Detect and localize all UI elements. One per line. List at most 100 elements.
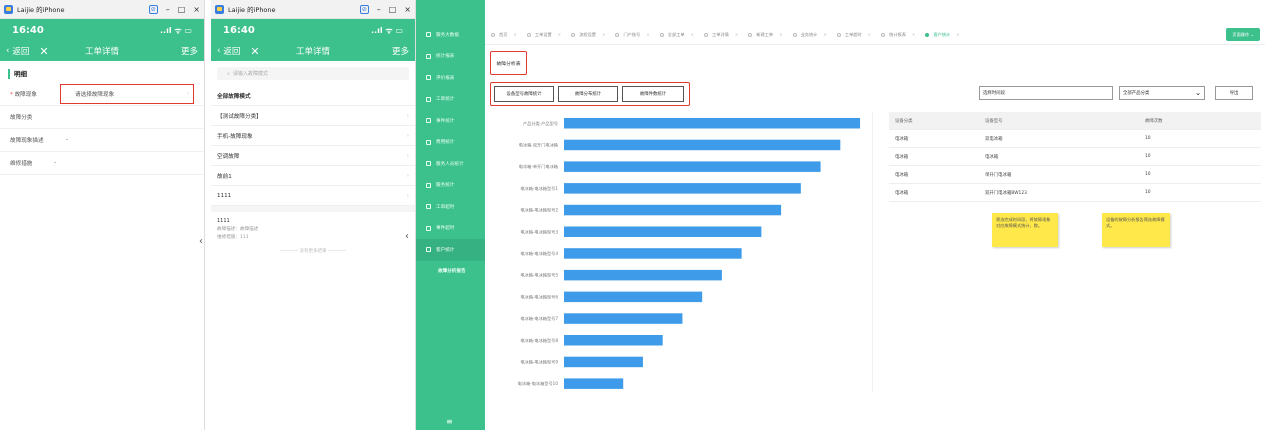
list-item[interactable]: 空调故障 ›: [211, 146, 415, 166]
sidebar-item[interactable]: 事件超时: [416, 218, 485, 240]
more-button[interactable]: 更多: [181, 45, 198, 57]
field-label: 故障现象: [14, 92, 37, 98]
bar[interactable]: [564, 313, 683, 324]
tab-close-icon[interactable]: ×: [558, 32, 562, 37]
bar[interactable]: [564, 248, 742, 259]
page-actions-button[interactable]: 页面操作 ⌄: [1226, 28, 1260, 41]
bar[interactable]: [564, 335, 663, 346]
pin-icon[interactable]: ⊘: [359, 4, 369, 14]
list-item[interactable]: 故前1 ›: [211, 166, 415, 186]
chevron-left-icon[interactable]: ‹: [405, 231, 409, 242]
bar[interactable]: [564, 161, 821, 172]
tab[interactable]: 门户账号 ×: [615, 32, 659, 38]
pin-icon[interactable]: ⊘: [148, 4, 158, 14]
table-row[interactable]: 电冰箱 双开门电冰箱BW123 10: [889, 184, 1261, 202]
table-row[interactable]: 电冰箱 双电冰箱 10: [889, 130, 1261, 148]
stat-button-group: 设备型号故障统计 故障分布统计 故障件数统计: [490, 82, 690, 106]
menu-icon[interactable]: ≡: [446, 417, 453, 426]
tab[interactable]: 客户统计 ×: [925, 32, 969, 38]
close-icon[interactable]: ✕: [39, 45, 48, 58]
close-icon[interactable]: ×: [193, 5, 200, 14]
tab-close-icon[interactable]: ×: [868, 32, 872, 37]
table-cell: 电冰箱: [895, 190, 909, 196]
maximize-icon[interactable]: □: [389, 5, 397, 14]
tab[interactable]: 工单设置 ×: [526, 32, 571, 38]
tab-label: 客户统计: [933, 31, 951, 37]
tab-close-icon[interactable]: ×: [912, 32, 916, 37]
category-tick-label: 电冰箱-电冰箱型号10: [518, 380, 559, 387]
list-item[interactable]: 1111 ›: [211, 186, 415, 206]
chevron-left-icon[interactable]: ‹: [199, 236, 203, 247]
bar[interactable]: [564, 139, 841, 151]
close-icon[interactable]: ×: [404, 5, 411, 14]
sidebar-item[interactable]: 统计报表: [416, 46, 485, 68]
bar[interactable]: [564, 378, 624, 389]
fault-count-button[interactable]: 故障件数统计: [622, 86, 684, 102]
close-icon[interactable]: ✕: [250, 45, 259, 58]
chevron-right-icon: ›: [406, 152, 409, 159]
maximize-icon[interactable]: □: [178, 5, 186, 14]
export-button[interactable]: 导出: [1215, 86, 1253, 100]
tab-dot-icon: [615, 32, 620, 37]
sidebar-item[interactable]: 服务统计: [416, 175, 485, 197]
list-item[interactable]: 手机-故障现象 ›: [211, 126, 415, 146]
tab-close-icon[interactable]: ×: [602, 32, 606, 37]
tab-dot-icon: [526, 32, 531, 37]
tab[interactable]: 统计报表 ×: [881, 32, 925, 38]
tab[interactable]: 新建工单 ×: [748, 32, 792, 38]
minimize-icon[interactable]: –: [166, 5, 170, 14]
bar[interactable]: [564, 269, 722, 281]
tab[interactable]: 流程设置 ×: [571, 32, 615, 38]
sidebar-item-label: 事件超时: [436, 226, 455, 232]
fault-table: 设备分类 设备型号 故障次数 电冰箱 双电冰箱 10 电冰箱 电冰箱 10 电冰…: [889, 112, 1261, 202]
sidebar-item[interactable]: 故障分析报告: [416, 261, 485, 283]
sidebar-item[interactable]: 事件统计: [416, 110, 485, 132]
tab-close-icon[interactable]: ×: [823, 32, 827, 37]
back-button[interactable]: ‹ 返回: [6, 45, 29, 57]
tab[interactable]: 工单超时 ×: [836, 32, 881, 38]
back-button[interactable]: ‹ 返回: [217, 45, 240, 57]
bar[interactable]: [564, 204, 782, 216]
bar[interactable]: [564, 291, 703, 303]
tab-close-icon[interactable]: ×: [646, 32, 650, 37]
fault-phenomenon-select[interactable]: 请选择故障现象 ›: [60, 84, 194, 104]
product-category-select[interactable]: 全部产品分类 ⌄: [1119, 86, 1205, 100]
sidebar-item[interactable]: 工单统计: [416, 89, 485, 111]
sidebar-item[interactable]: 工单超时: [416, 196, 485, 218]
table-row[interactable]: 电冰箱 电冰箱 10: [889, 148, 1261, 166]
tab[interactable]: 首页 ×: [491, 32, 527, 38]
tab-label: 全部工单: [667, 31, 685, 37]
bar[interactable]: [564, 183, 801, 194]
bar[interactable]: [564, 356, 643, 368]
tab[interactable]: 业务统计 ×: [792, 32, 837, 38]
table-row[interactable]: 电冰箱 单开门电冰箱 10: [889, 166, 1261, 184]
sidebar-item[interactable]: 费用统计: [416, 132, 485, 154]
bar[interactable]: [564, 118, 861, 129]
tab-close-icon[interactable]: ×: [691, 32, 695, 37]
tab[interactable]: 工单详情 ×: [704, 32, 748, 38]
list-item[interactable]: 【测试故障分类】 ›: [211, 106, 415, 126]
tab-close-icon[interactable]: ×: [735, 32, 739, 37]
tab[interactable]: 全部工单 ×: [659, 31, 704, 38]
sidebar-item[interactable]: 服务大数据: [416, 24, 485, 46]
more-button[interactable]: 更多: [392, 45, 409, 57]
field-row-fault-phenomenon[interactable]: * 故障现象 请选择故障现象 ›: [0, 83, 204, 106]
minimize-icon[interactable]: –: [377, 5, 381, 14]
sidebar-item[interactable]: 客户统计: [416, 239, 485, 261]
fault-mode-card[interactable]: 1111 故障描述：故障描述 维修措施：111 ———— 没有更多结果 ————: [211, 212, 415, 260]
model-fault-stat-button[interactable]: 设备型号故障统计: [494, 86, 554, 102]
table-cell: 电冰箱: [895, 136, 909, 142]
sidebar-item[interactable]: 服务人员统计: [416, 153, 485, 175]
tab-close-icon[interactable]: ×: [956, 32, 960, 37]
fault-distribution-button[interactable]: 故障分布统计: [558, 86, 618, 102]
list-item-all[interactable]: 全部故障模式: [211, 86, 415, 106]
category-tick-label: 电冰箱-电冰箱型号9: [520, 358, 558, 365]
search-input[interactable]: ⌕ 请输入故障模式: [217, 67, 409, 80]
table-cell: 10: [1145, 172, 1151, 177]
tab-close-icon[interactable]: ×: [513, 32, 517, 37]
time-range-input[interactable]: 选择时间段: [979, 86, 1113, 100]
bar[interactable]: [564, 226, 762, 238]
list-item-label: 全部故障模式: [217, 93, 251, 100]
sidebar-item[interactable]: 评价报表: [416, 67, 485, 89]
tab-close-icon[interactable]: ×: [779, 32, 783, 37]
